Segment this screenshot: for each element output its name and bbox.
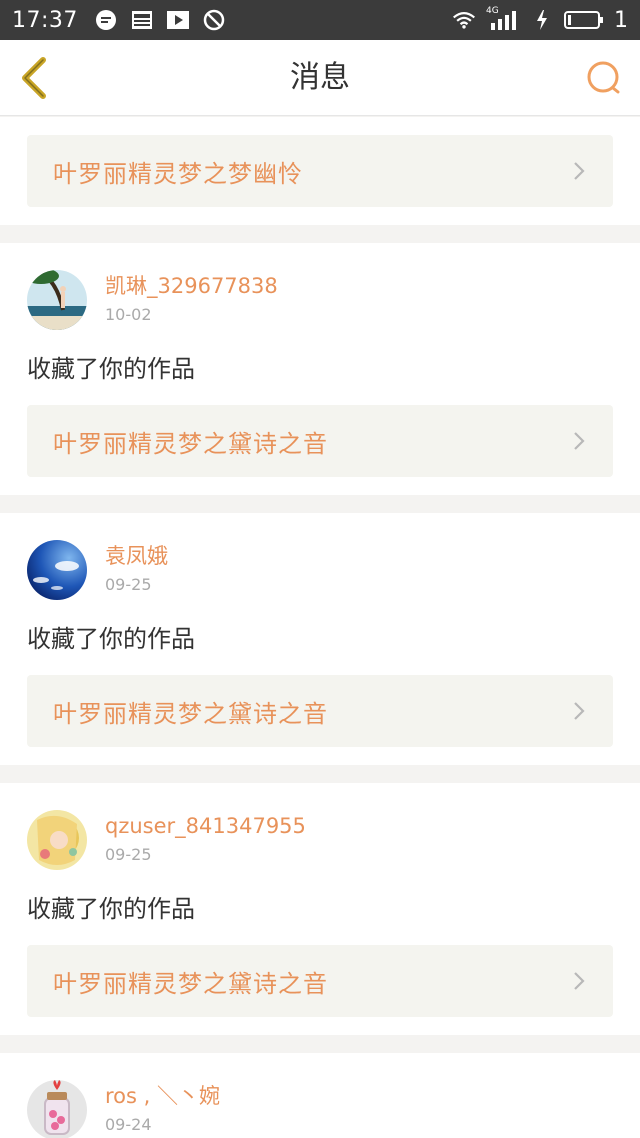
user-row: ros , ＼丶婉 09-24: [27, 1079, 613, 1138]
work-link[interactable]: 叶罗丽精灵梦之黛诗之音: [27, 405, 613, 477]
message-list[interactable]: 叶罗丽精灵梦之梦幽怜 凯琳_329677838 10-02 收藏了你的作品 叶罗…: [0, 117, 640, 1138]
message-date: 09-24: [105, 1115, 152, 1134]
user-row: 凯琳_329677838 10-02: [27, 269, 613, 331]
work-title: 叶罗丽精灵梦之梦幽怜: [53, 159, 303, 188]
user-row: qzuser_841347955 09-25: [27, 809, 613, 871]
chevron-right-icon: [574, 432, 585, 450]
work-title: 叶罗丽精灵梦之黛诗之音: [53, 699, 328, 728]
charging-icon: [530, 8, 554, 32]
search-button[interactable]: [582, 56, 626, 100]
username[interactable]: ros , ＼丶婉: [105, 1082, 220, 1110]
chevron-left-icon: [22, 57, 46, 99]
work-title: 叶罗丽精灵梦之黛诗之音: [53, 969, 328, 998]
message-date: 10-02: [105, 305, 152, 324]
play-icon: [166, 8, 190, 32]
message-card: qzuser_841347955 09-25 收藏了你的作品 叶罗丽精灵梦之黛诗…: [0, 783, 640, 1035]
chat-bubble-icon: [94, 8, 118, 32]
work-link[interactable]: 叶罗丽精灵梦之黛诗之音: [27, 945, 613, 1017]
status-time: 17:37: [12, 7, 78, 33]
status-notification-icons: [94, 8, 226, 32]
battery-level-text: 1: [614, 7, 628, 33]
status-bar: 17:37 4G 1: [0, 0, 640, 40]
message-card: 凯琳_329677838 10-02 收藏了你的作品 叶罗丽精灵梦之黛诗之音: [0, 243, 640, 495]
username[interactable]: 袁凤娥: [105, 542, 168, 570]
action-text: 收藏了你的作品: [27, 895, 195, 923]
action-text: 收藏了你的作品: [27, 355, 195, 383]
message-card: ros , ＼丶婉 09-24: [0, 1053, 640, 1138]
work-title: 叶罗丽精灵梦之黛诗之音: [53, 429, 328, 458]
signal-icon: 4G: [486, 6, 520, 32]
search-icon: [587, 61, 620, 94]
username[interactable]: qzuser_841347955: [105, 812, 306, 840]
message-card: 叶罗丽精灵梦之梦幽怜: [0, 117, 640, 225]
page-title: 消息: [290, 60, 350, 95]
battery-icon: [564, 8, 604, 32]
work-link[interactable]: 叶罗丽精灵梦之黛诗之音: [27, 675, 613, 747]
network-type-label: 4G: [486, 6, 499, 16]
work-link[interactable]: 叶罗丽精灵梦之梦幽怜: [27, 135, 613, 207]
user-row: 袁凤娥 09-25: [27, 539, 613, 601]
block-icon: [202, 8, 226, 32]
message-date: 09-25: [105, 575, 152, 594]
news-icon: [130, 8, 154, 32]
avatar[interactable]: [27, 810, 87, 870]
wifi-icon: [452, 8, 476, 32]
username[interactable]: 凯琳_329677838: [105, 272, 278, 300]
message-date: 09-25: [105, 845, 152, 864]
message-card: 袁凤娥 09-25 收藏了你的作品 叶罗丽精灵梦之黛诗之音: [0, 513, 640, 765]
top-nav-bar: 消息: [0, 40, 640, 116]
avatar[interactable]: [27, 1080, 87, 1138]
avatar[interactable]: [27, 270, 87, 330]
avatar[interactable]: [27, 540, 87, 600]
chevron-right-icon: [574, 702, 585, 720]
chevron-right-icon: [574, 972, 585, 990]
status-system-icons: 4G 1: [452, 6, 628, 33]
action-text: 收藏了你的作品: [27, 625, 195, 653]
back-button[interactable]: [14, 54, 54, 102]
chevron-right-icon: [574, 162, 585, 180]
